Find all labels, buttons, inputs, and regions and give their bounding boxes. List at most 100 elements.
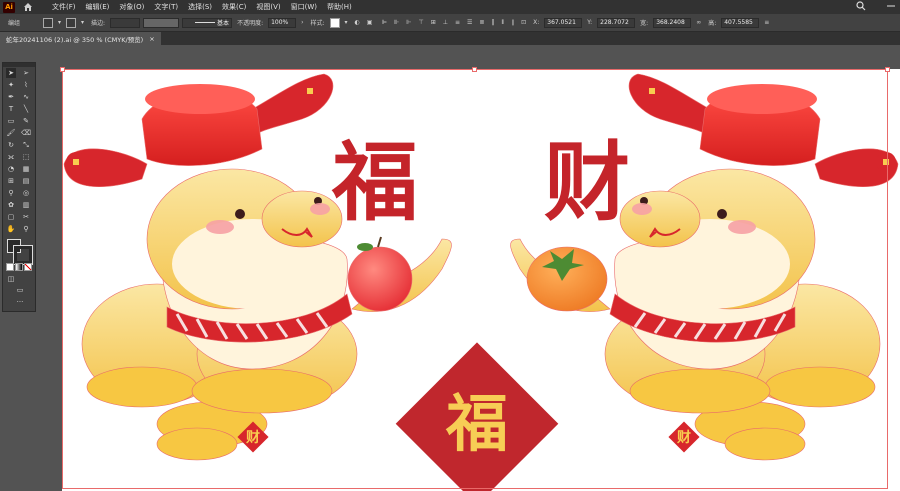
distribute-top-icon[interactable]: ≡ <box>453 19 462 26</box>
style-dropdown-icon[interactable]: ▾ <box>343 19 350 26</box>
pencil-tool-icon[interactable]: ✎ <box>21 116 31 126</box>
resize-handle-top-left[interactable] <box>60 67 65 72</box>
stroke-swatch[interactable] <box>66 17 77 28</box>
distribute-right-icon[interactable]: ∥ <box>509 19 516 26</box>
recolor-icon[interactable]: ◐ <box>353 19 362 26</box>
align-vcenter-icon[interactable]: ⊞ <box>429 19 438 26</box>
menu-bar: Ai 文件(F) 编辑(E) 对象(O) 文字(T) 选择(S) 效果(C) 视… <box>0 0 900 14</box>
align-hcenter-icon[interactable]: ⊪ <box>392 19 401 26</box>
magic-wand-tool-icon[interactable]: ✦ <box>6 80 16 90</box>
more-tools-icon[interactable]: ··· <box>15 297 25 307</box>
constrain-link-icon[interactable]: ∞ <box>694 19 703 26</box>
graphic-style-swatch[interactable] <box>329 17 340 28</box>
close-icon[interactable]: × <box>149 35 154 43</box>
perspective-grid-tool-icon[interactable]: ▦ <box>21 164 31 174</box>
line-tool-icon[interactable]: ╲ <box>21 104 31 114</box>
y-field[interactable]: 228.7072 <box>597 17 636 28</box>
free-transform-tool-icon[interactable]: ⬚ <box>21 152 31 162</box>
opacity-dropdown-icon[interactable]: › <box>299 19 305 26</box>
stroke-label: 描边: <box>91 20 106 27</box>
symbol-sprayer-tool-icon[interactable]: ✿ <box>6 200 16 210</box>
menu-effect[interactable]: 效果(C) <box>217 2 251 12</box>
rotate-tool-icon[interactable]: ↻ <box>6 140 16 150</box>
x-label: X: <box>533 19 540 26</box>
distribute-vcenter-icon[interactable]: ☰ <box>465 19 474 26</box>
menu-file[interactable]: 文件(F) <box>47 2 81 12</box>
brush-label: 基本 <box>217 20 230 27</box>
group-label: 编组 <box>8 20 21 27</box>
opacity-label: 不透明度: <box>237 20 264 27</box>
distribute-bottom-icon[interactable]: ≣ <box>477 19 486 26</box>
fill-swatch[interactable] <box>43 17 53 28</box>
artboard-tool-icon[interactable]: ▢ <box>6 212 16 222</box>
menu-type[interactable]: 文字(T) <box>149 2 183 12</box>
variable-width-profile[interactable] <box>143 17 180 28</box>
minimize-icon[interactable] <box>886 1 896 11</box>
eraser-tool-icon[interactable]: ⌫ <box>21 128 31 138</box>
shape-builder-tool-icon[interactable]: ◔ <box>6 164 16 174</box>
graph-tool-icon[interactable]: ▥ <box>21 200 31 210</box>
brush-definition[interactable]: 基本 <box>182 17 233 28</box>
align-top-icon[interactable]: ⊤ <box>417 19 426 26</box>
align-right-icon[interactable]: ⊩ <box>404 19 413 26</box>
gradient-tool-icon[interactable]: ▤ <box>21 176 31 186</box>
opacity-field[interactable]: 100% <box>268 17 297 28</box>
app-logo: Ai <box>3 1 15 13</box>
hand-tool-icon[interactable]: ✋ <box>6 224 16 234</box>
x-field[interactable]: 367.0521 <box>544 17 583 28</box>
align-bottom-icon[interactable]: ⊥ <box>441 19 450 26</box>
align-selection-icon[interactable]: ▣ <box>365 19 377 26</box>
tools-panel-grip[interactable] <box>3 63 35 67</box>
stroke-dropdown-icon[interactable]: ▾ <box>79 19 86 26</box>
mesh-tool-icon[interactable]: ⊞ <box>6 176 16 186</box>
selection-tool-icon[interactable]: ➤ <box>6 68 16 78</box>
direct-selection-tool-icon[interactable]: ➢ <box>21 68 31 78</box>
scale-tool-icon[interactable]: ⤡ <box>21 140 31 150</box>
menu-edit[interactable]: 编辑(E) <box>81 2 115 12</box>
lasso-tool-icon[interactable]: ⌇ <box>21 80 31 90</box>
resize-handle-top[interactable] <box>472 67 477 72</box>
menu-window[interactable]: 窗口(W) <box>286 2 322 12</box>
width-tool-icon[interactable]: ⟗ <box>6 152 16 162</box>
slice-tool-icon[interactable]: ✂ <box>21 212 31 222</box>
distribute-hcenter-icon[interactable]: ⦀ <box>499 19 506 27</box>
menu-select[interactable]: 选择(S) <box>183 2 217 12</box>
h-label: 高: <box>708 20 717 27</box>
menu-view[interactable]: 视图(V) <box>251 2 285 12</box>
width-field[interactable]: 368.2408 <box>653 17 692 28</box>
curvature-tool-icon[interactable]: ∿ <box>21 92 31 102</box>
none-mode-icon[interactable] <box>24 263 32 271</box>
stroke-color-icon[interactable] <box>13 245 33 265</box>
gradient-mode-icon[interactable] <box>15 263 23 271</box>
transform-icon[interactable]: ⊡ <box>519 19 528 26</box>
brush-tool-icon[interactable]: 🖌 <box>6 128 16 138</box>
y-label: Y: <box>587 19 593 26</box>
selection-bounding-box[interactable] <box>62 69 888 489</box>
resize-handle-top-right[interactable] <box>885 67 890 72</box>
blend-tool-icon[interactable]: ◎ <box>21 188 31 198</box>
menu-help[interactable]: 帮助(H) <box>322 2 357 12</box>
document-tab-title: 蛇年20241106 (2).ai @ 350 % (CMYK/预览) <box>6 35 144 44</box>
menu-object[interactable]: 对象(O) <box>114 2 149 12</box>
control-bar: 编组 ▾ ▾ 描边: 基本 不透明度: 100% › 样式: ▾ ◐ ▣ ⊫ ⊪… <box>0 14 900 32</box>
style-label: 样式: <box>310 20 325 27</box>
pen-tool-icon[interactable]: ✒ <box>6 92 16 102</box>
distribute-left-icon[interactable]: ‖ <box>489 19 496 26</box>
document-tab-bar: 蛇年20241106 (2).ai @ 350 % (CMYK/预览) × <box>0 32 900 45</box>
align-left-icon[interactable]: ⊫ <box>380 19 389 26</box>
rectangle-tool-icon[interactable]: ▭ <box>6 116 16 126</box>
fill-dropdown-icon[interactable]: ▾ <box>56 19 63 26</box>
screen-mode-icon[interactable]: ▭ <box>15 285 25 295</box>
draw-mode-icon[interactable]: ◫ <box>6 274 16 284</box>
stroke-weight-field[interactable] <box>110 17 141 28</box>
eyedropper-tool-icon[interactable]: ⚲ <box>6 188 16 198</box>
brush-stroke-preview <box>195 22 216 23</box>
home-icon[interactable] <box>23 2 33 12</box>
document-tab[interactable]: 蛇年20241106 (2).ai @ 350 % (CMYK/预览) × <box>0 32 161 45</box>
height-field[interactable]: 407.5585 <box>721 17 760 28</box>
color-mode-icon[interactable] <box>6 263 14 271</box>
zoom-tool-icon[interactable]: ⚲ <box>21 224 31 234</box>
type-tool-icon[interactable]: T <box>6 104 16 114</box>
panel-menu-icon[interactable]: ≡ <box>762 19 771 26</box>
search-icon[interactable] <box>856 1 866 11</box>
